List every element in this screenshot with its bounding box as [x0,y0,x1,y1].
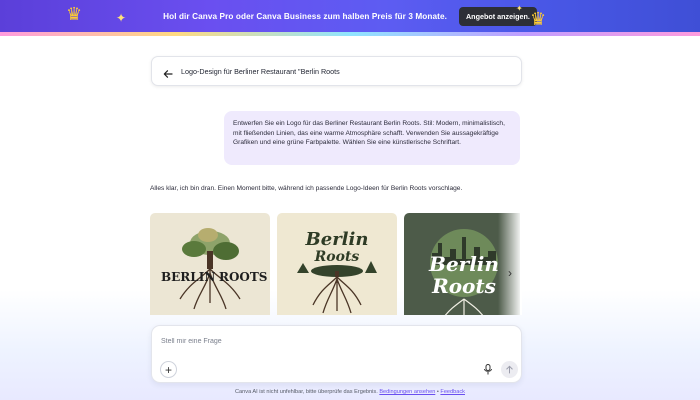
logo-3-word-1: Berlin [428,252,499,276]
prompt-input[interactable] [161,334,501,348]
arrow-left-icon[interactable] [163,66,173,78]
logo-results-carousel: BERLIN ROOTS Berlin Roots Berlin Roots [150,213,520,315]
footer-separator: • [436,389,439,395]
promo-banner: ♛ ✦ ♛ ✦ Hol dir Canva Pro oder Canva Bus… [0,0,700,32]
logo-1-word-2: ROOTS [219,270,267,284]
plus-icon: + [164,362,172,377]
logo-option-2[interactable]: Berlin Roots [277,213,397,315]
user-message: Entwerfen Sie ein Logo für das Berliner … [224,111,520,165]
ai-disclaimer: Canva AI ist nicht unfehlbar, bitte über… [0,389,700,395]
logo-option-1[interactable]: BERLIN ROOTS [150,213,270,315]
carousel-fade [498,213,522,315]
tree-icon [179,228,241,310]
tree-icon [297,261,377,314]
crown-icon: ♛ [530,9,547,29]
promo-divider [0,32,700,36]
feedback-link[interactable]: Feedback [440,389,465,395]
logo-3-word-2: Roots [431,274,496,298]
microphone-button[interactable] [479,361,496,378]
prompt-composer: + [151,325,522,383]
sparkle-icon: ✦ [516,4,523,13]
conversation-title: Logo-Design für Berliner Restaurant "Ber… [181,66,340,76]
logo-2-word-2: Roots [314,249,360,265]
sparkle-icon: ✦ [116,11,127,25]
terms-link[interactable]: Bedingungen ansehen [379,389,435,395]
send-button[interactable] [501,361,518,378]
roots-icon [444,298,484,315]
logo-2-word-1: Berlin [305,229,369,250]
arrow-up-icon [506,365,513,374]
assistant-message: Alles klar, ich bin dran. Einen Moment b… [150,185,463,192]
microphone-icon [483,364,492,375]
conversation-header: Logo-Design für Berliner Restaurant "Ber… [151,56,522,86]
crown-icon: ♛ [66,4,83,24]
show-offer-button[interactable]: Angebot anzeigen. [458,6,537,26]
logo-1-word-1: BERLIN [161,270,215,284]
add-attachment-button[interactable]: + [160,361,177,378]
disclaimer-text: Canva AI ist nicht unfehlbar, bitte über… [235,389,378,395]
promo-text: Hol dir Canva Pro oder Canva Business zu… [163,11,447,21]
chevron-right-icon[interactable]: › [508,266,512,280]
